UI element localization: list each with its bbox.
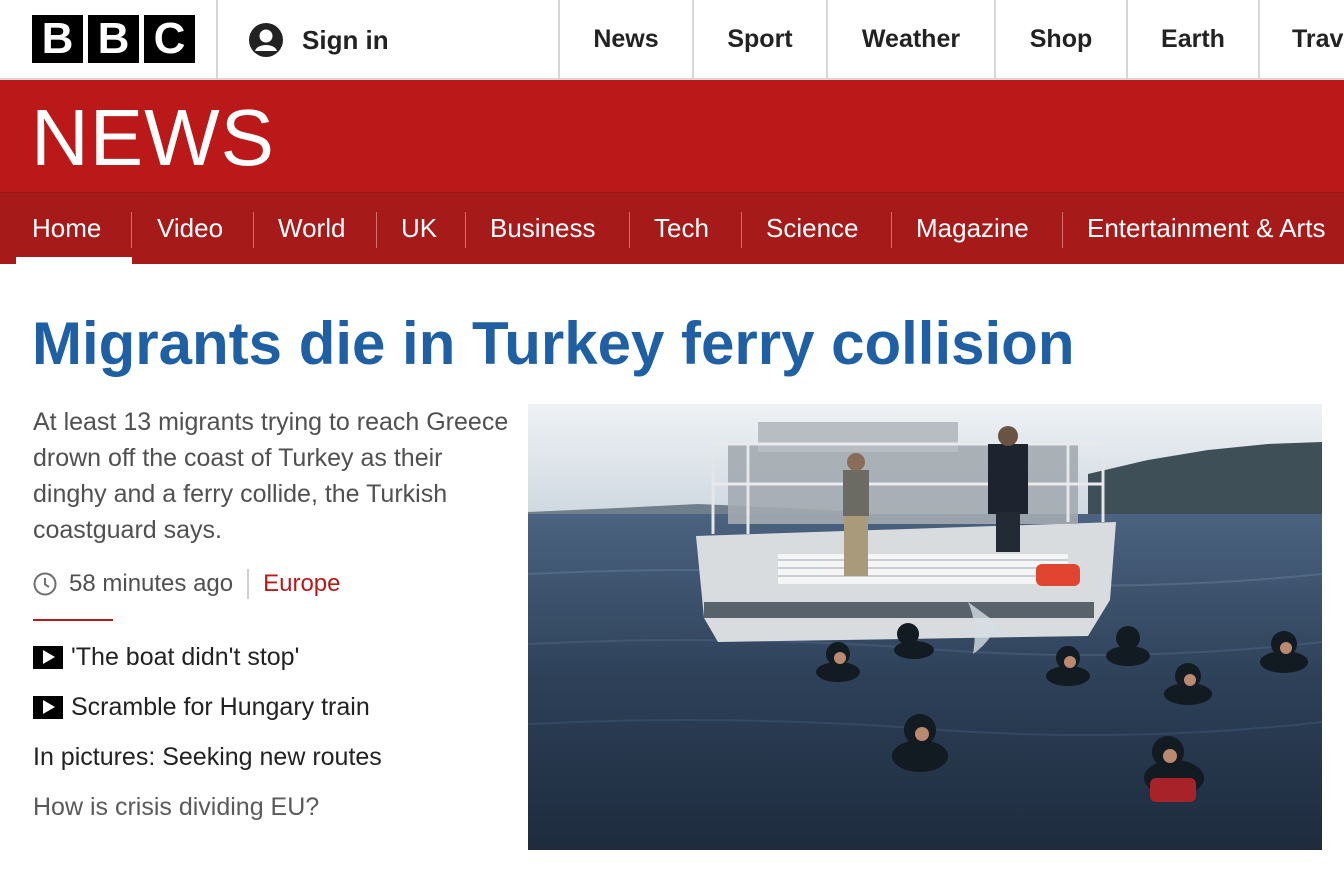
topnav-shop[interactable]: Shop [996,0,1126,78]
related-link-label: Scramble for Hungary train [71,692,370,721]
nav-magazine[interactable]: Magazine [916,192,1029,264]
user-icon [249,23,283,57]
news-wordmark[interactable]: NEWS [31,98,275,178]
topnav-weather[interactable]: Weather [828,0,994,78]
nav-home[interactable]: Home [32,192,101,264]
nav-divider [629,212,630,248]
topnav-sport[interactable]: Sport [694,0,826,78]
related-link-label: 'The boat didn't stop' [71,642,300,671]
story-lead-image[interactable] [528,404,1322,850]
related-link-label: How is crisis dividing EU? [33,792,320,821]
ferry-rescue-photo [528,404,1322,850]
related-link[interactable]: In pictures: Seeking new routes [33,739,382,775]
nav-divider [891,212,892,248]
nav-divider [741,212,742,248]
related-divider [33,619,113,621]
nav-video[interactable]: Video [157,192,223,264]
story-summary: At least 13 migrants trying to reach Gre… [33,408,509,544]
bbc-logo-block: B [88,15,139,63]
nav-world[interactable]: World [278,192,345,264]
nav-science[interactable]: Science [766,192,859,264]
story-meta: 58 minutes ago Europe [33,566,341,602]
meta-divider [247,569,250,599]
related-link-video[interactable]: 'The boat didn't stop' [33,639,299,675]
story-headline[interactable]: Migrants die in Turkey ferry collision [32,308,1074,380]
active-tab-indicator [16,257,132,264]
bbc-logo-block: B [32,15,83,63]
story-section-link[interactable]: Europe [263,570,340,598]
play-icon [33,695,63,719]
clock-icon [33,572,57,596]
play-icon [33,645,63,669]
nav-tech[interactable]: Tech [654,192,709,264]
related-link-video[interactable]: Scramble for Hungary train [33,689,370,725]
topnav-news[interactable]: News [560,0,692,78]
bbc-logo-block: C [144,15,195,63]
story-timestamp: 58 minutes ago [69,570,234,597]
bbc-logo[interactable]: B B C [32,15,195,63]
nav-divider [376,212,377,248]
masthead-divider [216,0,218,78]
nav-uk[interactable]: UK [401,192,437,264]
topnav-travel[interactable]: Trav [1292,0,1343,78]
related-link[interactable]: How is crisis dividing EU? [33,789,319,825]
nav-entertainment-arts[interactable]: Entertainment & Arts [1087,192,1325,264]
sign-in-link[interactable]: Sign in [248,20,389,60]
nav-divider [253,212,254,248]
nav-business[interactable]: Business [490,192,596,264]
masthead-divider [1258,0,1260,78]
topnav-earth[interactable]: Earth [1128,0,1258,78]
nav-divider [465,212,466,248]
related-link-label: In pictures: Seeking new routes [33,742,382,771]
nav-divider [1062,212,1063,248]
nav-divider [131,212,132,248]
sign-in-label: Sign in [302,24,389,55]
